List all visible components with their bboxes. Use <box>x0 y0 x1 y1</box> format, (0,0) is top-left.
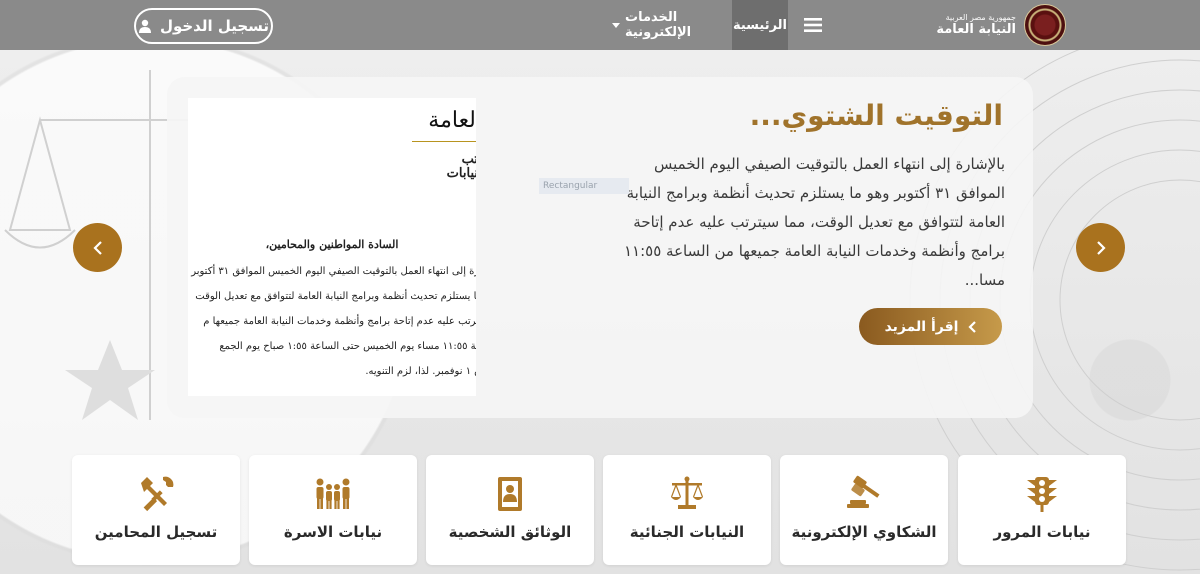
doc-text-line: يترتب عليه عدم إتاحة برامج وأنظمة وخدمات… <box>203 316 476 327</box>
tile-personal-documents[interactable]: الوثائق الشخصية <box>426 455 594 565</box>
nav-services-label: الخدمات الإلكترونية <box>625 10 692 40</box>
doc-line-b: نيابات <box>446 166 476 181</box>
tile-criminal-prosecution[interactable]: النيابات الجنائية <box>603 455 771 565</box>
read-more-button[interactable]: إقرأ المزيد <box>859 308 1002 345</box>
tile-traffic-prosecution[interactable]: نيابات المرور <box>958 455 1126 565</box>
services-grid: تسجيل المحامين نيابات الاسرة الوثائق الش… <box>72 455 1126 565</box>
slide-body: بالإشارة إلى انتهاء العمل بالتوقيت الصيف… <box>623 155 1005 289</box>
doc-line-a: تب <box>461 152 476 167</box>
scales-icon <box>670 476 704 509</box>
brand-title: النيابة العامة <box>936 22 1016 37</box>
menu-toggle-button[interactable] <box>788 0 838 50</box>
doc-rule <box>412 141 476 142</box>
chevron-left-icon <box>92 240 102 255</box>
user-icon <box>138 19 151 33</box>
tile-electronic-complaints[interactable]: الشكاوي الإلكترونية <box>780 455 948 565</box>
hamburger-menu-icon <box>804 18 822 32</box>
traffic-light-icon <box>1027 477 1057 512</box>
doc-salutation: السادة المواطنين والمحامين، <box>265 238 399 251</box>
brand-subtitle: جمهورية مصر العربية <box>945 13 1016 22</box>
gavel-icon <box>847 475 880 508</box>
tile-label: تسجيل المحامين <box>94 523 218 541</box>
doc-text-line: ما يستلزم تحديث أنظمة وبرامج النيابة الع… <box>195 291 476 302</box>
id-card-icon <box>498 477 522 511</box>
tile-label: الشكاوي الإلكترونية <box>791 523 937 541</box>
news-slider: العامة تب نيابات السادة المواطنين والمحا… <box>167 77 1033 418</box>
nav-home-label: الرئيسية <box>732 17 788 33</box>
tile-label: نيابات الاسرة <box>283 523 383 541</box>
tile-label: النيابات الجنائية <box>629 523 745 541</box>
brand[interactable]: جمهورية مصر العربية النيابة العامة <box>936 4 1066 46</box>
tile-lawyers-registration[interactable]: تسجيل المحامين <box>72 455 240 565</box>
read-more-label: إقرأ المزيد <box>884 318 959 335</box>
doc-heading: العامة <box>428 108 476 133</box>
prosecution-logo-icon <box>1024 4 1066 46</box>
chevron-right-icon <box>1096 240 1106 255</box>
announcement-document: العامة تب نيابات السادة المواطنين والمحا… <box>188 98 476 396</box>
doc-text-line: ارة إلى انتهاء العمل بالتوقيت الصيفي الي… <box>191 266 476 277</box>
tile-label: نيابات المرور <box>993 523 1091 541</box>
doc-text-line: عة ١١:٥٥ مساء يوم الخميس حتى الساعة ١:٥٥… <box>219 341 476 352</box>
brand-text: جمهورية مصر العربية النيابة العامة <box>936 13 1016 37</box>
doc-text-line: ق ١ نوفمبر. لذا، لزم التنويه. <box>365 366 476 377</box>
slider-next-button[interactable] <box>1076 223 1125 272</box>
nav-item-e-services[interactable]: الخدمات الإلكترونية <box>612 0 730 50</box>
tile-family-prosecution[interactable]: نيابات الاسرة <box>249 455 417 565</box>
top-navbar: تسجيل الدخول الخدمات الإلكترونية الرئيسي… <box>0 0 1200 50</box>
family-icon <box>316 478 350 509</box>
chevron-left-icon <box>968 320 977 333</box>
slide-title: التوقيت الشتوي... <box>749 99 1003 132</box>
slide-image[interactable]: العامة تب نيابات السادة المواطنين والمحا… <box>188 98 476 396</box>
chevron-down-icon <box>612 22 620 28</box>
tools-icon <box>141 476 174 512</box>
login-label: تسجيل الدخول <box>159 17 270 35</box>
login-button[interactable]: تسجيل الدخول <box>134 8 273 44</box>
slider-prev-button[interactable] <box>73 223 122 272</box>
tile-label: الوثائق الشخصية <box>448 523 572 541</box>
nav-item-home[interactable]: الرئيسية <box>732 0 788 50</box>
